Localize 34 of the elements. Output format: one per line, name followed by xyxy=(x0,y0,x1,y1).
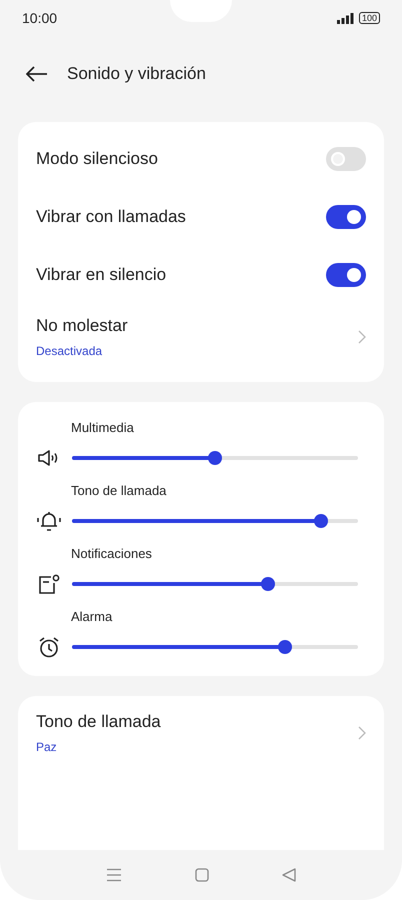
slider-thumb[interactable] xyxy=(278,640,292,654)
toggle-switch[interactable] xyxy=(326,205,366,229)
setting-label[interactable]: No molestar xyxy=(36,316,128,336)
signal-icon xyxy=(336,12,354,24)
setting-label: Vibrar con llamadas xyxy=(36,207,186,227)
volume-slider[interactable] xyxy=(72,451,358,465)
setting-value: Paz xyxy=(36,740,58,754)
setting-label: Modo silencioso xyxy=(36,149,158,169)
back-arrow-icon[interactable] xyxy=(26,66,48,82)
volume-slider[interactable] xyxy=(72,514,358,528)
setting-label: Vibrar en silencio xyxy=(36,265,166,285)
bell-icon xyxy=(36,510,62,532)
volume-label: Alarma xyxy=(71,609,114,624)
volume-slider[interactable] xyxy=(72,640,358,654)
home-button-icon[interactable] xyxy=(194,868,209,882)
setting-value: Desactivada xyxy=(36,344,104,358)
chevron-icon xyxy=(358,330,366,344)
volume-label: Tono de llamada xyxy=(71,483,168,498)
status-time: 10:00 xyxy=(22,10,58,26)
menu-icon[interactable] xyxy=(106,868,122,882)
volume-label: Notificaciones xyxy=(71,546,153,561)
page-title: Sonido y vibración xyxy=(67,64,206,84)
volume-label: Multimedia xyxy=(71,420,135,435)
back-triangle-icon[interactable] xyxy=(282,868,296,882)
slider-thumb[interactable] xyxy=(314,514,328,528)
toggle-switch[interactable] xyxy=(326,147,366,171)
slider-thumb[interactable] xyxy=(208,451,222,465)
slider-thumb[interactable] xyxy=(260,577,275,591)
volume-slider[interactable] xyxy=(72,577,358,591)
notification-icon xyxy=(36,574,62,594)
toggle-switch[interactable] xyxy=(326,263,366,287)
chevron-icon xyxy=(358,726,366,740)
battery-level: 100 xyxy=(358,12,380,24)
setting-label[interactable]: Tono de llamada xyxy=(36,712,161,732)
